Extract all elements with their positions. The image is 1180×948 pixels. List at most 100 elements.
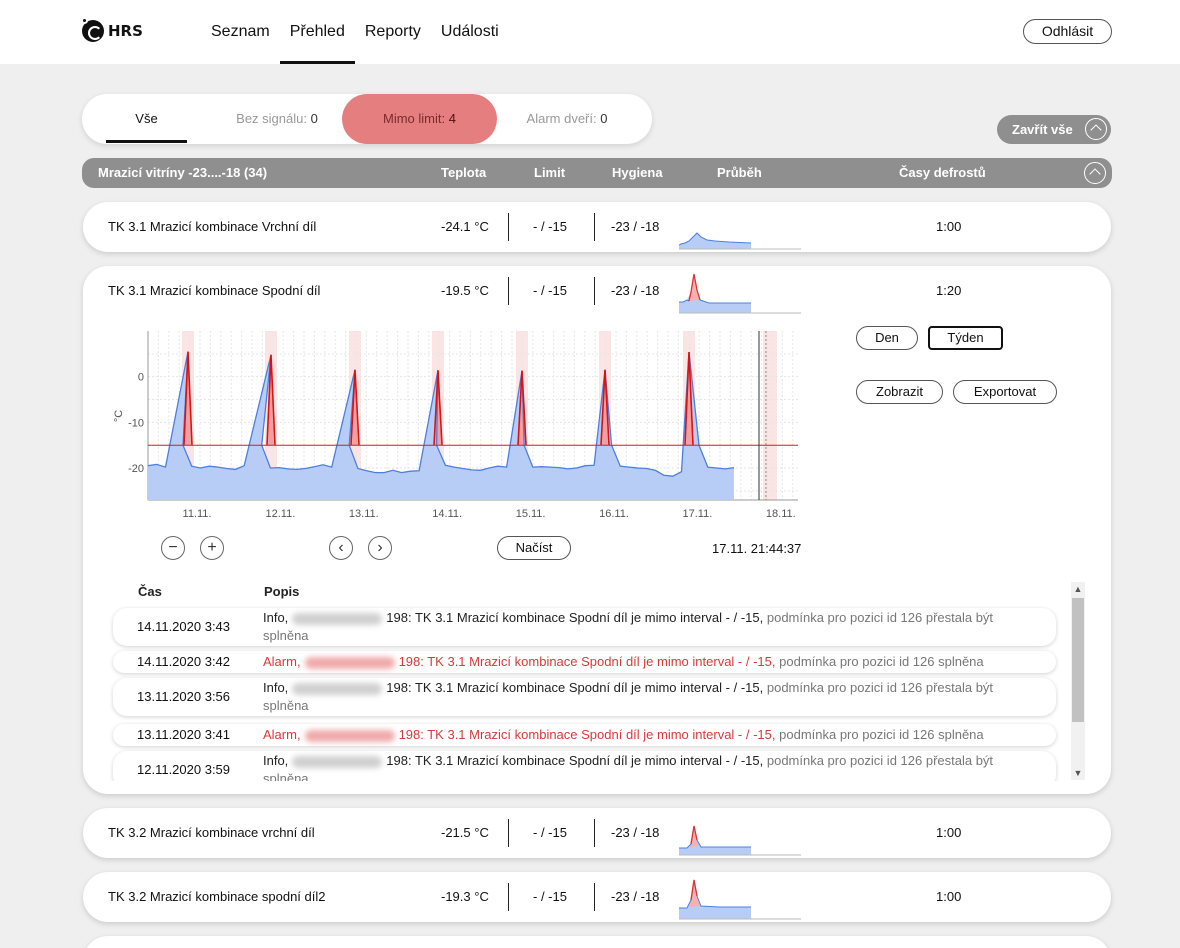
event-row[interactable]: 14.11.2020 3:43 Info, 198: TK 3.1 Mrazicí… — [113, 608, 1056, 646]
x-tick-label: 12.11. — [266, 508, 296, 520]
filter-out-of-limit-count: 4 — [448, 111, 456, 126]
sensor-hygiene: -23 / -18 — [611, 889, 660, 904]
scroll-down-icon[interactable]: ▼ — [1071, 766, 1085, 780]
chevron-right-icon[interactable]: › — [368, 536, 392, 560]
sensor-name: TK 3.1 Mrazicí kombinace Vrchní díl — [108, 219, 317, 234]
sensor-limit: - / -15 — [533, 889, 567, 904]
divider — [508, 213, 509, 241]
filter-door-alarm-count: 0 — [600, 111, 608, 126]
zoom-in-icon[interactable]: + — [200, 536, 224, 560]
x-tick-label: 13.11. — [349, 508, 379, 520]
event-rest: podmínka pro pozici id 126 splněna — [779, 654, 984, 669]
divider — [508, 819, 509, 847]
event-main: 198: TK 3.1 Mrazicí kombinace Spodní díl… — [398, 727, 776, 742]
scroll-up-icon[interactable]: ▲ — [1071, 582, 1085, 596]
collapse-group-icon[interactable] — [1084, 162, 1106, 184]
event-rest: podmínka pro pozici id 126 splněna — [779, 727, 984, 742]
logo-icon — [81, 17, 104, 42]
event-desc: Info, 198: TK 3.1 Mrazicí kombinace Spodn… — [263, 679, 1033, 715]
y-tick-label: -10 — [128, 417, 144, 429]
event-time: 13.11.2020 3:41 — [137, 727, 231, 742]
sensor-row[interactable]: TK 3.1 Mrazicí kombinace Vrchní díl -24.… — [83, 202, 1111, 252]
close-all-button[interactable]: Zavřít vše — [997, 115, 1111, 144]
events-col-time: Čas — [138, 584, 162, 599]
event-row[interactable]: 12.11.2020 3:59 Info, 198: TK 3.1 Mrazicí… — [113, 751, 1056, 781]
export-button[interactable]: Exportovat — [953, 380, 1057, 404]
redacted-name — [304, 729, 395, 742]
y-tick-label: 0 — [138, 372, 144, 384]
filter-all[interactable]: Vše — [106, 94, 187, 144]
logo-text: HRS — [108, 22, 143, 40]
range-day-button[interactable]: Den — [856, 326, 918, 350]
event-row[interactable]: 14.11.2020 3:42 Alarm, 198: TK 3.1 Mrazic… — [113, 651, 1056, 673]
sensor-row[interactable]: TK 3.2 Mrazicí kombinace spodní díl2 -19… — [83, 872, 1111, 922]
filter-no-signal-label: Bez signálu: — [236, 111, 307, 126]
sensor-defrost: 1:00 — [936, 889, 962, 904]
col-defrost: Časy defrostů — [899, 165, 986, 180]
logo[interactable]: HRS — [81, 17, 143, 42]
filter-out-of-limit[interactable]: Mimo limit: 4 — [342, 94, 497, 144]
sensor-hygiene: -23 / -18 — [611, 825, 660, 840]
sensor-limit: - / -15 — [533, 825, 567, 840]
event-row[interactable]: 13.11.2020 3:41 Alarm, 198: TK 3.1 Mrazic… — [113, 724, 1056, 746]
divider — [594, 213, 595, 241]
chart-timestamp: 17.11. 21:44:37 — [712, 541, 802, 556]
event-main: 198: TK 3.1 Mrazicí kombinace Spodní díl… — [386, 753, 764, 768]
nav-prehled[interactable]: Přehled — [279, 0, 356, 64]
sensor-defrost: 1:20 — [936, 283, 962, 298]
events-list[interactable]: 14.11.2020 3:43 Info, 198: TK 3.1 Mrazicí… — [108, 606, 1069, 781]
chevron-up-icon — [1085, 118, 1107, 140]
event-time: 12.11.2020 3:59 — [137, 762, 231, 777]
group-header[interactable]: Mrazicí vitríny -23....-18 (34) Teplota … — [82, 158, 1112, 188]
event-desc: Alarm, 198: TK 3.1 Mrazicí kombinace Spod… — [263, 726, 1033, 744]
divider — [594, 883, 595, 911]
nav-seznam[interactable]: Seznam — [211, 0, 270, 64]
nav-udalosti[interactable]: Události — [441, 0, 499, 64]
nav-reporty[interactable]: Reporty — [365, 0, 421, 64]
events-scrollbar[interactable]: ▲ ▼ — [1071, 582, 1085, 780]
redacted-name — [292, 682, 383, 695]
scroll-thumb[interactable] — [1072, 598, 1084, 722]
filter-door-alarm[interactable]: Alarm dveří: 0 — [517, 94, 617, 144]
filter-no-signal[interactable]: Bez signálu: 0 — [227, 94, 327, 144]
sensor-name: TK 3.1 Mrazicí kombinace Spodní díl — [108, 283, 321, 298]
x-tick-label: 18.11. — [766, 508, 796, 520]
logout-button[interactable]: Odhlásit — [1023, 19, 1112, 44]
divider — [508, 883, 509, 911]
event-row[interactable]: 13.11.2020 3:56 Info, 198: TK 3.1 Mrazicí… — [113, 678, 1056, 716]
status-filter: Vše Bez signálu: 0 Mimo limit: 4 Alarm d… — [82, 94, 652, 144]
sensor-row-expanded: TK 3.1 Mrazicí kombinace Spodní díl -19.… — [83, 266, 1111, 794]
sensor-temp: -24.1 °C — [441, 219, 489, 234]
event-desc: Alarm, 198: TK 3.1 Mrazicí kombinace Spod… — [263, 653, 1033, 671]
sensor-row[interactable]: TK 3.2 Mrazicí kombinace vrchní díl -21.… — [83, 808, 1111, 858]
sensor-name: TK 3.2 Mrazicí kombinace vrchní díl — [108, 825, 315, 840]
redacted-name — [292, 755, 383, 768]
chevron-left-icon[interactable]: ‹ — [329, 536, 353, 560]
load-button[interactable]: Načíst — [497, 536, 571, 560]
x-tick-label: 15.11. — [516, 508, 546, 520]
trend-sparkline — [679, 232, 801, 250]
top-bar: HRS Seznam Přehled Reporty Události Odhl… — [0, 0, 1180, 64]
sensor-row[interactable] — [83, 936, 1111, 948]
sensor-hygiene: -23 / -18 — [611, 283, 660, 298]
col-temp: Teplota — [441, 165, 487, 180]
event-main: 198: TK 3.1 Mrazicí kombinace Spodní díl… — [386, 680, 764, 695]
event-type: Alarm, — [263, 654, 301, 669]
show-button[interactable]: Zobrazit — [856, 380, 943, 404]
divider — [508, 277, 509, 305]
sensor-limit: - / -15 — [533, 283, 567, 298]
alarm-band — [763, 331, 777, 500]
sensor-temp: -21.5 °C — [441, 825, 489, 840]
sensor-temp: -19.3 °C — [441, 889, 489, 904]
filter-out-of-limit-label: Mimo limit: — [383, 111, 446, 126]
event-desc: Info, 198: TK 3.1 Mrazicí kombinace Spodn… — [263, 609, 1033, 645]
event-type: Alarm, — [263, 727, 301, 742]
y-tick-label: -20 — [128, 463, 144, 475]
temperature-chart[interactable]: 0 -10 -20 11.11. 12.11. 13.11. 14.11. 15.11. 16.… — [108, 326, 808, 524]
event-main: 198: TK 3.1 Mrazicí kombinace Spodní díl… — [398, 654, 776, 669]
close-all-label: Zavřít vše — [1012, 122, 1073, 137]
zoom-out-icon[interactable]: − — [161, 536, 185, 560]
trend-sparkline — [679, 273, 801, 314]
range-week-button[interactable]: Týden — [928, 326, 1003, 350]
sensor-row-header[interactable]: TK 3.1 Mrazicí kombinace Spodní díl -19.… — [83, 266, 1111, 316]
